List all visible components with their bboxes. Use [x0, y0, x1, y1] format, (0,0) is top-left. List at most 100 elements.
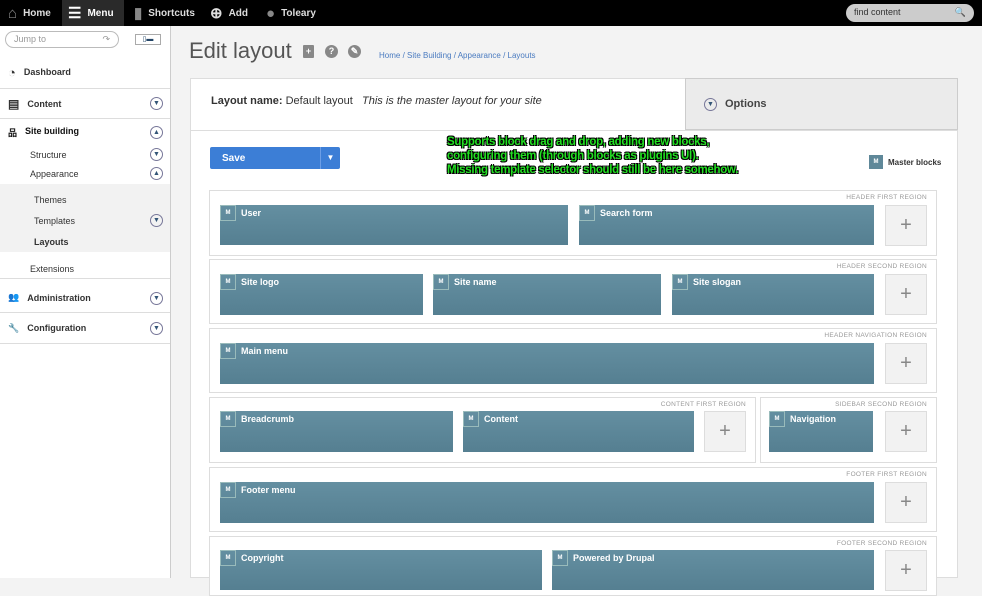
home-icon: ⌂: [8, 4, 18, 22]
menu-link[interactable]: ☰ Menu: [62, 0, 124, 26]
sidebar-item-appearance[interactable]: Appearance: [30, 169, 79, 179]
region-label: FOOTER FIRST REGION: [846, 471, 927, 478]
add-block-button[interactable]: +: [885, 205, 927, 246]
sidebar-item-themes[interactable]: Themes: [34, 195, 67, 205]
search-icon[interactable]: 🔍: [955, 7, 966, 19]
add-block-button[interactable]: +: [704, 411, 746, 452]
chevron-down-icon: ▼: [704, 97, 717, 111]
master-badge: M: [769, 411, 785, 427]
master-badge: M: [220, 550, 236, 566]
search-placeholder: find content: [854, 7, 901, 17]
help-icon[interactable]: ?: [325, 45, 338, 58]
redo-arrow-icon: ↷: [102, 34, 110, 44]
master-badge: M: [220, 482, 236, 498]
sidebar-item-content[interactable]: ▤ Content: [0, 89, 170, 119]
master-blocks-legend: M Master blocks: [869, 155, 941, 169]
bookmark-add-icon[interactable]: +: [303, 45, 314, 58]
add-block-button[interactable]: +: [885, 274, 927, 315]
layout-block[interactable]: M Powered by Drupal: [552, 550, 874, 590]
home-label: Home: [23, 7, 51, 19]
block-title: Breadcrumb: [241, 414, 295, 424]
master-badge: M: [220, 274, 236, 290]
menu-label: Menu: [87, 7, 114, 19]
add-block-button[interactable]: +: [885, 411, 927, 452]
add-block-button[interactable]: +: [885, 550, 927, 591]
layout-block[interactable]: M Site logo: [220, 274, 423, 315]
caret-down-icon[interactable]: ▼: [320, 147, 340, 169]
layout-block[interactable]: M Copyright: [220, 550, 542, 590]
options-toggle[interactable]: ▼ Options: [685, 78, 958, 130]
block-title: Navigation: [790, 414, 837, 424]
toolbar: ⌂ Home ☰ Menu ▮ Shortcuts ⊕ Add ● Toleary fin…: [0, 0, 982, 26]
home-link[interactable]: ⌂ Home: [2, 0, 57, 26]
sidebar-item-structure[interactable]: Structure: [30, 150, 67, 160]
content-label: Content: [27, 98, 62, 109]
block-title: Content: [484, 414, 518, 424]
note-line: Missing template selector should still b…: [447, 164, 739, 176]
sidebar-item-templates[interactable]: Templates: [34, 216, 75, 226]
breadcrumb[interactable]: Home / Site Building / Appearance / Layo…: [379, 51, 536, 60]
layout-name: Layout name: Default layout This is the …: [211, 95, 542, 107]
divider: [190, 130, 958, 131]
layout-toggle-icon[interactable]: ▯▬: [135, 34, 161, 45]
shortcuts-link[interactable]: ▮ Shortcuts: [128, 0, 201, 26]
sidebar-item-layouts[interactable]: Layouts: [34, 237, 69, 247]
layout-block[interactable]: M Navigation: [769, 411, 873, 452]
chevron-down-icon[interactable]: ▼: [150, 148, 163, 161]
sidebar-item-extensions[interactable]: Extensions: [30, 264, 74, 274]
sidebar-item-administration[interactable]: 👥 Administration: [0, 283, 170, 313]
document-icon: ▤: [8, 96, 20, 111]
note-line: configuring them (through blocks as plug…: [447, 150, 699, 162]
jump-to-input[interactable]: Jump to ↷: [5, 31, 119, 48]
sidebar-item-configuration[interactable]: 🔧 Configuration: [0, 313, 170, 344]
save-button[interactable]: Save ▼: [210, 147, 340, 169]
user-icon: ●: [266, 4, 276, 22]
block-title: Main menu: [241, 346, 289, 356]
chevron-up-icon[interactable]: ▲: [150, 126, 163, 139]
layout-name-label: Layout name:: [211, 95, 283, 107]
master-badge: M: [869, 155, 883, 169]
chevron-down-icon[interactable]: ▼: [150, 214, 163, 227]
region-label: HEADER SECOND REGION: [836, 263, 927, 270]
dashboard-icon: ◔: [8, 64, 16, 80]
add-block-button[interactable]: +: [885, 482, 927, 523]
chevron-down-icon[interactable]: ▼: [150, 322, 163, 335]
user-link[interactable]: ● Toleary: [260, 0, 322, 26]
master-blocks-label: Master blocks: [888, 157, 942, 167]
master-badge: M: [433, 274, 449, 290]
block-title: Copyright: [241, 553, 284, 563]
master-badge: M: [220, 343, 236, 359]
chevron-down-icon[interactable]: ▼: [150, 292, 163, 305]
site-building-label: Site building: [25, 126, 80, 136]
layout-block[interactable]: M Site slogan: [672, 274, 874, 315]
hamburger-icon: ☰: [68, 5, 82, 22]
region-label: HEADER NAVIGATION REGION: [824, 332, 927, 339]
jump-placeholder: Jump to: [14, 34, 47, 44]
people-icon: 👥: [8, 292, 20, 302]
layout-block[interactable]: M Main menu: [220, 343, 874, 384]
search-input[interactable]: find content 🔍: [846, 4, 974, 22]
block-title: Footer menu: [241, 485, 296, 495]
page-title: Edit layout: [189, 38, 292, 63]
layout-block[interactable]: M Footer menu: [220, 482, 874, 523]
dashboard-label: Dashboard: [23, 67, 71, 77]
layout-block[interactable]: M Site name: [433, 274, 661, 315]
master-badge: M: [220, 411, 236, 427]
configuration-label: Configuration: [27, 323, 87, 333]
options-label: Options: [725, 98, 767, 110]
layout-block[interactable]: M User: [220, 205, 568, 245]
region-label: HEADER FIRST REGION: [846, 194, 927, 201]
layout-block[interactable]: M Breadcrumb: [220, 411, 453, 452]
add-link[interactable]: ⊕ Add: [204, 0, 254, 26]
chevron-down-icon[interactable]: ▼: [150, 97, 163, 110]
master-badge: M: [552, 550, 568, 566]
block-title: Site logo: [241, 277, 279, 287]
layout-block[interactable]: M Search form: [579, 205, 874, 245]
chevron-up-icon[interactable]: ▲: [150, 167, 163, 180]
sidebar-item-dashboard[interactable]: ◔ Dashboard: [0, 56, 170, 89]
wrench-icon[interactable]: ✎: [348, 45, 361, 58]
add-block-button[interactable]: +: [885, 343, 927, 384]
layout-block[interactable]: M Content: [463, 411, 694, 452]
block-title: Site slogan: [693, 277, 742, 287]
plus-circle-icon: ⊕: [210, 5, 223, 22]
